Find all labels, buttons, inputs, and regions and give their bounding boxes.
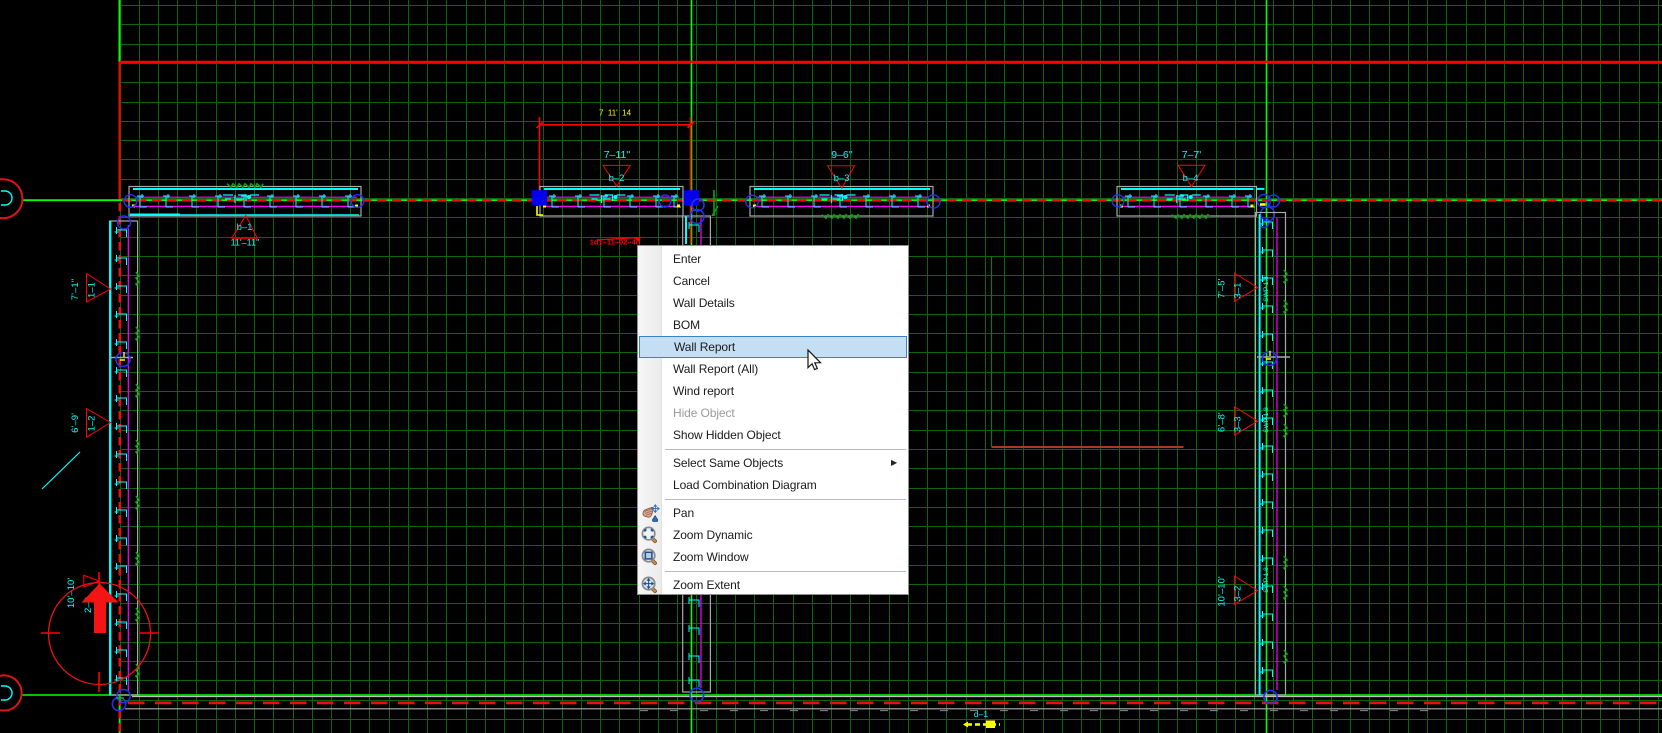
svg-text:10’–10': 10’–10' <box>1216 576 1227 607</box>
svg-text:6’–8': 6’–8' <box>1216 412 1227 432</box>
svg-text:1d1–11–02–4n: 1d1–11–02–4n <box>590 238 641 247</box>
svg-text:b–1: b–1 <box>237 222 253 233</box>
svg-text:SWP 1.8: SWP 1.8 <box>1263 567 1270 593</box>
svg-text:6’–9': 6’–9' <box>70 413 81 433</box>
svg-text:11'–11'': 11'–11'' <box>231 238 260 248</box>
svg-text:3–3: 3–3 <box>1233 416 1244 432</box>
svg-text:d–1: d–1 <box>974 709 988 719</box>
svg-text:3–2: 3–2 <box>1233 586 1244 602</box>
svg-text:7–11'': 7–11'' <box>604 149 631 161</box>
svg-text:SWP 1.8: SWP 1.8 <box>1263 407 1270 433</box>
svg-text:b–2: b–2 <box>609 173 625 184</box>
svg-text:b–4: b–4 <box>1183 173 1199 184</box>
svg-text:1–1: 1–1 <box>87 282 98 298</box>
svg-text:SWP 1.8: SWP 1.8 <box>1263 276 1270 302</box>
svg-text:7’–1'': 7’–1'' <box>70 279 81 301</box>
svg-text:7–7': 7–7' <box>1182 149 1202 161</box>
svg-text:3–1: 3–1 <box>1233 283 1244 299</box>
svg-text:1–2: 1–2 <box>87 416 98 432</box>
svg-text:7 11' 14: 7 11' 14 <box>599 109 632 118</box>
svg-text:b–3: b–3 <box>834 173 850 184</box>
svg-text:7’–5': 7’–5' <box>1216 278 1227 298</box>
svg-text:9–6'': 9–6'' <box>831 149 853 161</box>
